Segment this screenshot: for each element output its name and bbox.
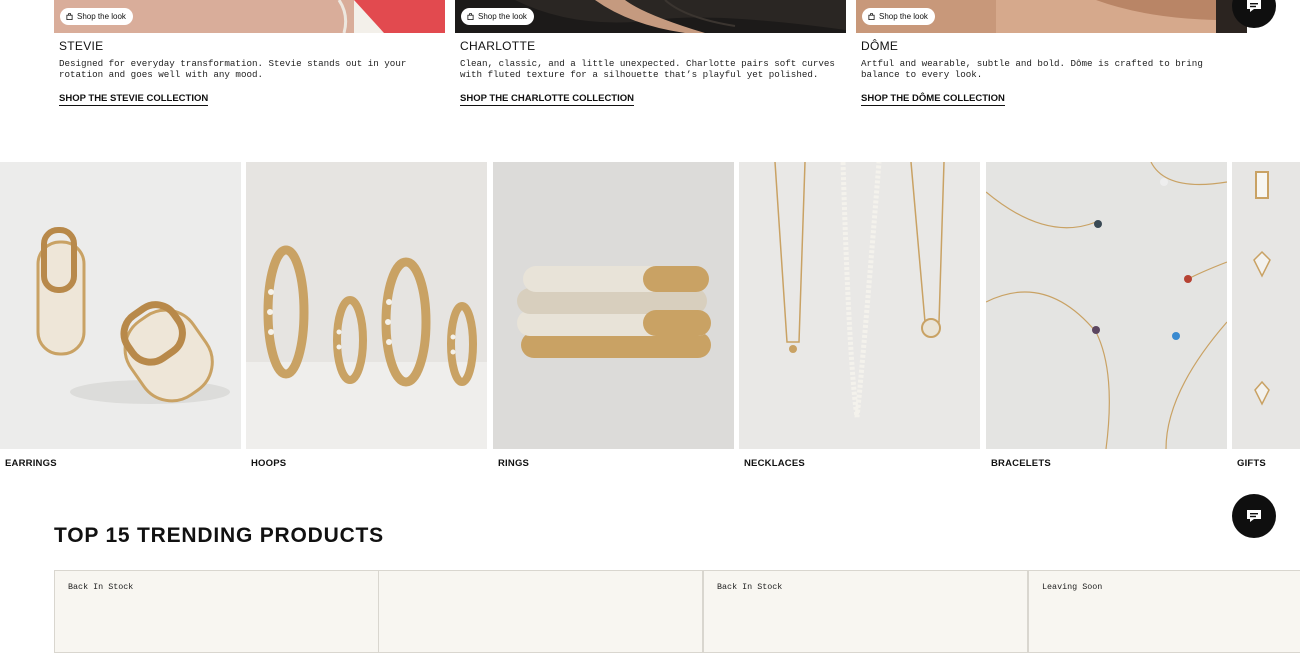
collection-image[interactable]: Shop the look xyxy=(54,0,445,33)
category-rings[interactable]: RINGS xyxy=(493,162,734,472)
chat-bubble-icon xyxy=(1247,510,1261,522)
collection-stevie: Shop the look STEVIE Designed for everyd… xyxy=(54,0,445,106)
category-bracelets[interactable]: BRACELETS xyxy=(986,162,1227,472)
shopping-bag-icon xyxy=(868,13,875,20)
collection-title: CHARLOTTE xyxy=(460,39,536,53)
category-image xyxy=(986,162,1227,449)
shopping-bag-icon xyxy=(467,13,474,20)
shop-dome-collection-link[interactable]: SHOP THE DÔME COLLECTION xyxy=(861,93,1005,106)
shop-the-look-button[interactable]: Shop the look xyxy=(862,8,935,25)
collection-title: STEVIE xyxy=(59,39,104,53)
category-label: BRACELETS xyxy=(991,458,1051,469)
shop-stevie-collection-link[interactable]: SHOP THE STEVIE COLLECTION xyxy=(59,93,209,106)
shopping-bag-icon xyxy=(66,13,73,20)
shop-the-look-label: Shop the look xyxy=(478,12,527,21)
collection-charlotte: Shop the look CHARLOTTE Clean, classic, … xyxy=(455,0,846,106)
chat-button[interactable] xyxy=(1232,494,1276,538)
shop-the-look-button[interactable]: Shop the look xyxy=(60,8,133,25)
product-badge: Back In Stock xyxy=(68,582,134,592)
shop-the-look-button[interactable]: Shop the look xyxy=(461,8,534,25)
product-card[interactable]: Leaving Soon xyxy=(1028,570,1300,653)
category-image xyxy=(493,162,734,449)
product-card[interactable]: Back In Stock xyxy=(54,570,379,653)
category-label: EARRINGS xyxy=(5,458,57,469)
product-card[interactable]: Back In Stock xyxy=(703,570,1028,653)
trending-title: TOP 15 TRENDING PRODUCTS xyxy=(54,524,384,547)
trending-products: Back In Stock Back In Stock Leaving Soon xyxy=(54,570,1300,653)
collection-description: Clean, classic, and a little unexpected.… xyxy=(460,58,835,80)
shop-charlotte-collection-link[interactable]: SHOP THE CHARLOTTE COLLECTION xyxy=(460,93,634,106)
category-gifts[interactable]: GIFTS xyxy=(1232,162,1300,472)
shop-the-look-label: Shop the look xyxy=(77,12,126,21)
product-card[interactable] xyxy=(378,570,703,653)
collection-image[interactable]: Shop the look xyxy=(856,0,1247,33)
product-badge: Back In Stock xyxy=(717,582,783,592)
collection-description: Artful and wearable, subtle and bold. Dô… xyxy=(861,58,1203,80)
category-hoops[interactable]: HOOPS xyxy=(246,162,487,472)
product-badge: Leaving Soon xyxy=(1042,582,1103,592)
chat-bubble-icon xyxy=(1247,0,1261,12)
category-image xyxy=(739,162,980,449)
collection-description: Designed for everyday transformation. St… xyxy=(59,58,407,80)
collection-dome: Shop the look DÔME Artful and wearable, … xyxy=(856,0,1247,106)
category-label: RINGS xyxy=(498,458,530,469)
collection-title: DÔME xyxy=(861,39,899,53)
collection-image[interactable]: Shop the look xyxy=(455,0,846,33)
category-label: HOOPS xyxy=(251,458,287,469)
collections-row: Shop the look STEVIE Designed for everyd… xyxy=(0,0,1300,140)
category-image xyxy=(1232,162,1300,449)
category-necklaces[interactable]: NECKLACES xyxy=(739,162,980,472)
category-image xyxy=(0,162,241,449)
shop-the-look-label: Shop the look xyxy=(879,12,928,21)
category-image xyxy=(246,162,487,449)
category-label: NECKLACES xyxy=(744,458,805,469)
category-label: GIFTS xyxy=(1237,458,1266,469)
category-earrings[interactable]: EARRINGS xyxy=(0,162,241,472)
category-carousel: EARRINGS HOOPS RINGS NECKLACES BRACELETS… xyxy=(0,162,1300,472)
